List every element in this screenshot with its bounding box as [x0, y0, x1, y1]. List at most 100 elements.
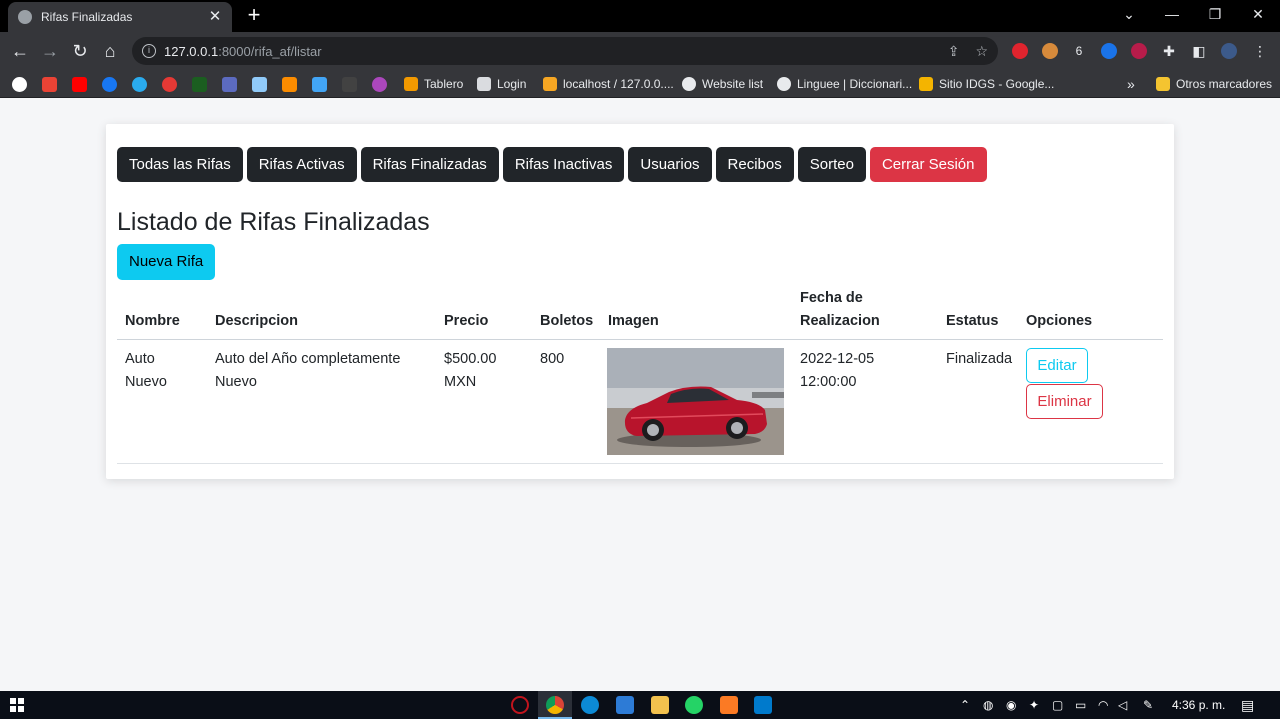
nav-sorteo-button[interactable]: Sorteo [797, 147, 866, 182]
wifi-icon[interactable]: ◠ [1098, 697, 1108, 713]
tab-close-icon[interactable]: ✕ [208, 9, 222, 24]
edge-icon[interactable] [581, 696, 599, 714]
bookmark-localhost[interactable]: localhost / 127.0.0.... [543, 76, 674, 92]
steam-icon[interactable]: ✦ [1029, 697, 1039, 713]
more-menu-icon[interactable]: ⋮ [1251, 41, 1269, 61]
bookmark-linguee[interactable]: Linguee | Diccionari... [777, 76, 912, 92]
main-nav: Todas las Rifas Rifas Activas Rifas Fina… [117, 147, 987, 182]
logout-button[interactable]: Cerrar Sesión [869, 147, 987, 182]
cell-fecha-line1: 2022-12-05 [800, 351, 875, 367]
bookmark-login[interactable]: Login [477, 76, 526, 92]
bookmark-icon[interactable] [312, 77, 327, 92]
bookmark-icon[interactable] [252, 77, 267, 92]
rifa-car-image [607, 348, 784, 455]
up-icon[interactable] [222, 77, 237, 92]
back-icon[interactable]: ← [9, 40, 31, 62]
clock[interactable]: 4:36 p. m. [1172, 697, 1225, 713]
file-explorer-icon[interactable] [651, 696, 669, 714]
window-close-icon[interactable]: ✕ [1246, 4, 1270, 24]
browser-tab[interactable]: Rifas Finalizadas ✕ [8, 2, 232, 32]
store-icon[interactable] [616, 696, 634, 714]
nav-rifas-finalizadas-button[interactable]: Rifas Finalizadas [360, 147, 499, 182]
tab-search-icon[interactable]: ⌄ [1117, 4, 1141, 24]
new-tab-button[interactable]: + [244, 4, 264, 26]
car-illustration-icon [607, 348, 784, 455]
nav-todas-las-rifas-button[interactable]: Todas las Rifas [117, 147, 243, 182]
battery-icon[interactable]: ▭ [1075, 697, 1086, 713]
whatsapp-icon[interactable] [685, 696, 703, 714]
url-path: :8000/rifa_af/listar [218, 43, 322, 59]
minimize-icon[interactable]: — [1160, 4, 1184, 24]
nav-rifas-inactivas-button[interactable]: Rifas Inactivas [502, 147, 625, 182]
avatar[interactable] [1221, 43, 1237, 59]
side-panel-icon[interactable]: ◧ [1190, 41, 1208, 61]
nav-recibos-button[interactable]: Recibos [715, 147, 794, 182]
edit-button[interactable]: Editar [1026, 348, 1088, 383]
windows-start-icon[interactable] [10, 698, 24, 712]
cell-precio-line2: MXN [444, 374, 477, 390]
table-row-divider [117, 463, 1163, 464]
more-bookmarks-chevron-icon[interactable]: » [1127, 76, 1135, 92]
shazam-icon[interactable] [1101, 43, 1117, 59]
nav-usuarios-button[interactable]: Usuarios [628, 147, 712, 182]
opera-icon[interactable] [511, 696, 529, 714]
facebook-icon[interactable] [102, 77, 117, 92]
media-extension-icon[interactable] [1131, 43, 1147, 59]
bookmark-star-icon[interactable]: ☆ [975, 43, 988, 60]
cell-descripcion-line2: Nuevo [215, 374, 257, 390]
bookmark-a-icon[interactable] [162, 77, 177, 92]
forward-icon[interactable]: → [39, 40, 61, 62]
tray-app-icon[interactable]: ◉ [1006, 697, 1016, 713]
bookmark-sitio-idgs[interactable]: Sitio IDGS - Google... [919, 76, 1054, 92]
column-header-descripcion: Descripcion [215, 313, 298, 329]
page-viewport: Todas las Rifas Rifas Activas Rifas Fina… [0, 99, 1280, 691]
pen-icon[interactable]: ✎ [1143, 697, 1153, 713]
globe-icon [18, 10, 32, 24]
volume-icon[interactable]: ◁ [1118, 697, 1127, 713]
phpmyadmin-icon [543, 77, 557, 91]
vscode-icon[interactable] [754, 696, 772, 714]
puzzle-icon[interactable]: ✚ [1160, 41, 1178, 61]
browser-tab-bar: Rifas Finalizadas ✕ + ⌄ — ❐ ✕ [0, 0, 1280, 32]
bookmark-icon[interactable] [192, 77, 207, 92]
column-header-fecha-line1: Fecha de [800, 290, 863, 306]
delete-button[interactable]: Eliminar [1026, 384, 1103, 419]
cookie-extension-icon[interactable] [1042, 43, 1058, 59]
nav-rifas-activas-button[interactable]: Rifas Activas [246, 147, 357, 182]
restore-icon[interactable]: ❐ [1203, 4, 1227, 24]
google-icon[interactable] [12, 77, 27, 92]
bookmark-icon[interactable] [372, 77, 387, 92]
site-info-icon[interactable]: i [142, 44, 156, 58]
extension-icon[interactable] [1012, 43, 1028, 59]
runner-icon[interactable] [282, 77, 297, 92]
cell-descripcion-line1: Auto del Año completamente [215, 351, 401, 367]
column-header-fecha-line2: Realizacion [800, 313, 880, 329]
bookmark-icon [404, 77, 418, 91]
home-icon[interactable]: ⌂ [99, 40, 121, 62]
new-rifa-button[interactable]: Nueva Rifa [117, 244, 216, 280]
telegram-icon[interactable] [132, 77, 147, 92]
extension-icon[interactable]: 6 [1070, 41, 1088, 61]
column-header-boletos: Boletos [540, 313, 594, 329]
address-bar[interactable]: i 127.0.0.1 :8000/rifa_af/listar ⇪ ☆ [132, 37, 998, 65]
cell-nombre-line1: Auto [125, 351, 155, 367]
cell-fecha-line2: 12:00:00 [800, 374, 857, 390]
content-card: Todas las Rifas Rifas Activas Rifas Fina… [106, 124, 1174, 479]
chrome-icon[interactable] [546, 696, 564, 714]
tray-chevron-icon[interactable]: ⌃ [960, 697, 970, 713]
share-icon[interactable]: ⇪ [948, 43, 960, 60]
tray-app-icon[interactable]: ▢ [1052, 697, 1063, 713]
other-bookmarks[interactable]: Otros marcadores [1156, 76, 1272, 92]
notification-icon[interactable]: ▤ [1241, 697, 1254, 713]
globe-icon [777, 77, 791, 91]
bookmark-tablero[interactable]: Tablero [404, 76, 463, 92]
bookmark-icon[interactable] [342, 77, 357, 92]
bookmark-website-list[interactable]: Website list [682, 76, 763, 92]
tray-app-icon[interactable]: ◍ [983, 697, 993, 713]
xampp-icon[interactable] [720, 696, 738, 714]
url-host: 127.0.0.1 [164, 43, 219, 59]
gmail-icon[interactable] [42, 77, 57, 92]
reload-icon[interactable]: ↻ [69, 40, 91, 62]
cell-precio-line1: $500.00 [444, 351, 497, 367]
youtube-icon[interactable] [72, 77, 87, 92]
